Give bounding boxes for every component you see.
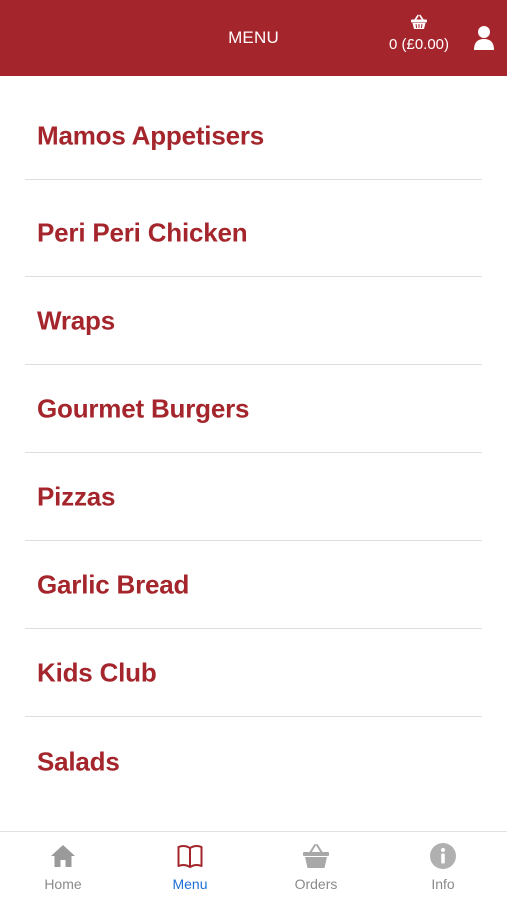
menu-category-label: Wraps [37, 305, 115, 336]
app-root: MENU 0 (£0.00) Mamos Appetisers Peri Per… [0, 0, 507, 900]
menu-category-label: Gourmet Burgers [37, 393, 250, 424]
menu-category-label: Pizzas [37, 481, 116, 512]
menu-category-item[interactable]: Kids Club [25, 630, 482, 717]
menu-category-label: Peri Peri Chicken [37, 217, 248, 248]
nav-orders-label: Orders [294, 876, 338, 892]
menu-category-item[interactable]: Salads [25, 718, 482, 805]
nav-menu[interactable]: Menu [127, 832, 253, 900]
basket-icon [411, 14, 427, 29]
menu-category-item[interactable]: Peri Peri Chicken [25, 190, 482, 277]
user-icon[interactable] [473, 25, 495, 51]
menu-category-item[interactable]: Mamos Appetisers [25, 93, 482, 180]
cart-button[interactable]: 0 (£0.00) [387, 14, 451, 53]
nav-info-label: Info [431, 876, 455, 892]
nav-home-label: Home [44, 876, 82, 892]
menu-category-item[interactable]: Garlic Bread [25, 542, 482, 629]
home-icon [51, 845, 75, 867]
nav-info[interactable]: Info [380, 832, 506, 900]
menu-category-label: Garlic Bread [37, 569, 190, 600]
info-icon [430, 843, 456, 869]
nav-orders[interactable]: Orders [253, 832, 379, 900]
nav-home[interactable]: Home [0, 832, 126, 900]
nav-menu-label: Menu [172, 876, 208, 892]
cart-summary: 0 (£0.00) [388, 36, 450, 53]
app-header: MENU 0 (£0.00) [0, 0, 507, 76]
menu-category-item[interactable]: Pizzas [25, 454, 482, 541]
menu-category-label: Kids Club [37, 657, 157, 688]
menu-category-label: Salads [37, 746, 120, 776]
menu-category-list: Mamos Appetisers Peri Peri Chicken Wraps… [0, 76, 507, 831]
basket-icon [303, 844, 329, 868]
book-icon [177, 844, 203, 868]
menu-category-item[interactable]: Wraps [25, 278, 482, 365]
bottom-nav: Home Menu Orders Info [0, 831, 507, 900]
menu-category-label: Mamos Appetisers [37, 120, 265, 151]
menu-category-item[interactable]: Gourmet Burgers [25, 366, 482, 453]
